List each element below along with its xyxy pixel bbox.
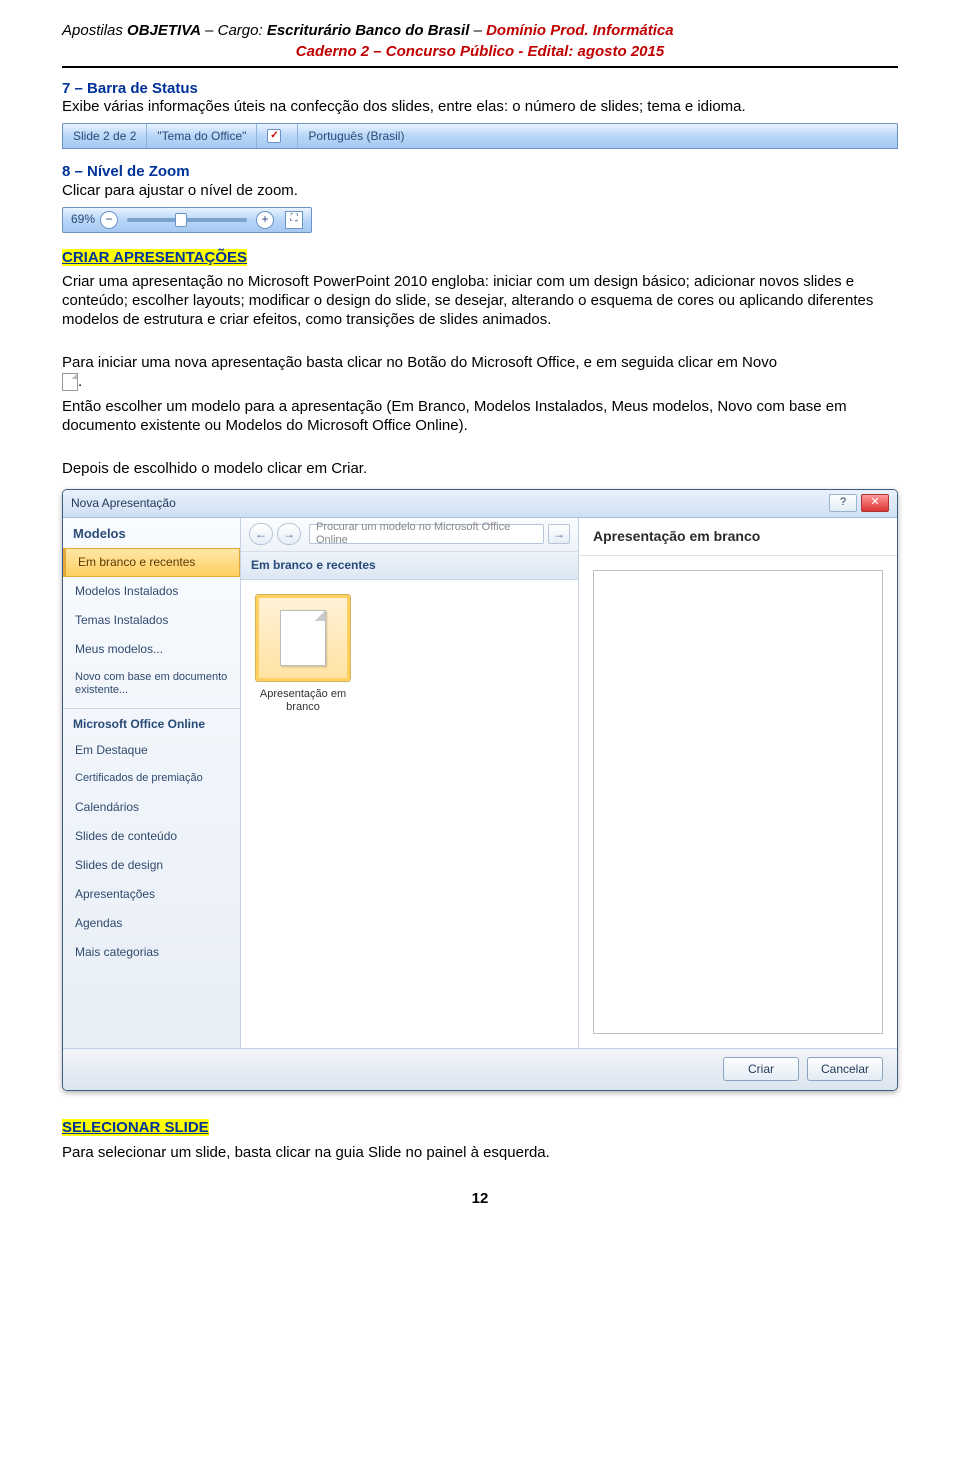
document-icon: [62, 373, 78, 391]
sidebar-item-more-categories[interactable]: Mais categorias: [63, 938, 240, 967]
close-button[interactable]: ✕: [861, 494, 889, 512]
header-rule: [62, 66, 898, 68]
selecionar-body: Para selecionar um slide, basta clicar n…: [62, 1144, 898, 1163]
template-thumb-blank[interactable]: Apresentação em branco: [255, 594, 351, 714]
criar-heading: CRIAR APRESENTAÇÕES: [62, 249, 247, 266]
statusbar-theme: "Tema do Office": [147, 124, 257, 148]
zoom-minus-icon: −: [100, 211, 118, 229]
dialog-sidebar: Modelos Em branco e recentes Modelos Ins…: [63, 518, 241, 1048]
selecionar-heading: SELECIONAR SLIDE: [62, 1119, 209, 1136]
doc-header-line1: Apostilas OBJETIVA – Cargo: Escriturário…: [62, 22, 898, 41]
sidebar-item-from-existing[interactable]: Novo com base em documento existente...: [63, 664, 240, 704]
zoom-percent: 69%: [71, 212, 95, 227]
section-8-title: 8 – Nível de Zoom: [62, 163, 898, 182]
zoom-plus-icon: +: [256, 211, 274, 229]
doc-header-line2: Caderno 2 – Concurso Público - Edital: a…: [62, 43, 898, 62]
sidebar-item-presentations[interactable]: Apresentações: [63, 880, 240, 909]
section-8-body: Clicar para ajustar o nível de zoom.: [62, 182, 898, 201]
middle-header: Em branco e recentes: [241, 552, 578, 580]
statusbar-figure: Slide 2 de 2 "Tema do Office" ✓ Portuguê…: [62, 123, 898, 149]
zoombar-figure: 69% − + ⛶: [62, 207, 312, 233]
sidebar-item-featured[interactable]: Em Destaque: [63, 736, 240, 765]
criar-p1: Criar uma apresentação no Microsoft Powe…: [62, 273, 898, 329]
sidebar-subheader: Microsoft Office Online: [63, 708, 240, 736]
statusbar-lang: Português (Brasil): [298, 124, 897, 148]
page-number: 12: [62, 1190, 898, 1209]
sidebar-item-my-templates[interactable]: Meus modelos...: [63, 635, 240, 664]
criar-p4: Depois de escolhido o modelo clicar em C…: [62, 460, 898, 479]
zoom-thumb: [175, 213, 187, 227]
sidebar-item-agendas[interactable]: Agendas: [63, 909, 240, 938]
sidebar-item-installed-themes[interactable]: Temas Instalados: [63, 606, 240, 635]
dialog-title: Nova Apresentação: [71, 496, 176, 511]
search-go-button[interactable]: →: [548, 524, 570, 544]
template-thumb-label: Apresentação em branco: [255, 688, 351, 714]
sidebar-item-calendars[interactable]: Calendários: [63, 793, 240, 822]
search-input[interactable]: Procurar um modelo no Microsoft Office O…: [309, 524, 544, 544]
zoom-track: [127, 218, 247, 222]
sidebar-header: Modelos: [63, 518, 240, 548]
criar-p2: Para iniciar uma nova apresentação basta…: [62, 354, 898, 392]
statusbar-slide: Slide 2 de 2: [63, 124, 147, 148]
preview-canvas: [593, 570, 883, 1034]
nav-back-button[interactable]: ←: [249, 523, 273, 545]
dialog-preview-pane: Apresentação em branco: [579, 518, 897, 1048]
statusbar-spellcheck: ✓: [257, 124, 298, 148]
create-button[interactable]: Criar: [723, 1057, 799, 1081]
zoom-fit-icon: ⛶: [285, 211, 303, 229]
spellcheck-icon: ✓: [267, 129, 281, 143]
help-button[interactable]: ?: [829, 494, 857, 512]
cancel-button[interactable]: Cancelar: [807, 1057, 883, 1081]
sidebar-item-blank-recent[interactable]: Em branco e recentes: [63, 548, 240, 577]
new-presentation-dialog: Nova Apresentação ? ✕ Modelos Em branco …: [62, 489, 898, 1091]
dialog-titlebar: Nova Apresentação ? ✕: [63, 490, 897, 518]
preview-header: Apresentação em branco: [579, 518, 897, 557]
sidebar-item-installed-templates[interactable]: Modelos Instalados: [63, 577, 240, 606]
section-7-body: Exibe várias informações úteis na confec…: [62, 98, 898, 117]
sidebar-item-certificates[interactable]: Certificados de premiação: [63, 765, 240, 792]
dialog-middle-pane: ← → Procurar um modelo no Microsoft Offi…: [241, 518, 579, 1048]
sidebar-item-content-slides[interactable]: Slides de conteúdo: [63, 822, 240, 851]
nav-forward-button[interactable]: →: [277, 523, 301, 545]
section-7-title: 7 – Barra de Status: [62, 80, 898, 99]
template-thumb-icon: [255, 594, 351, 682]
criar-p3: Então escolher um modelo para a apresent…: [62, 398, 898, 436]
sidebar-item-design-slides[interactable]: Slides de design: [63, 851, 240, 880]
